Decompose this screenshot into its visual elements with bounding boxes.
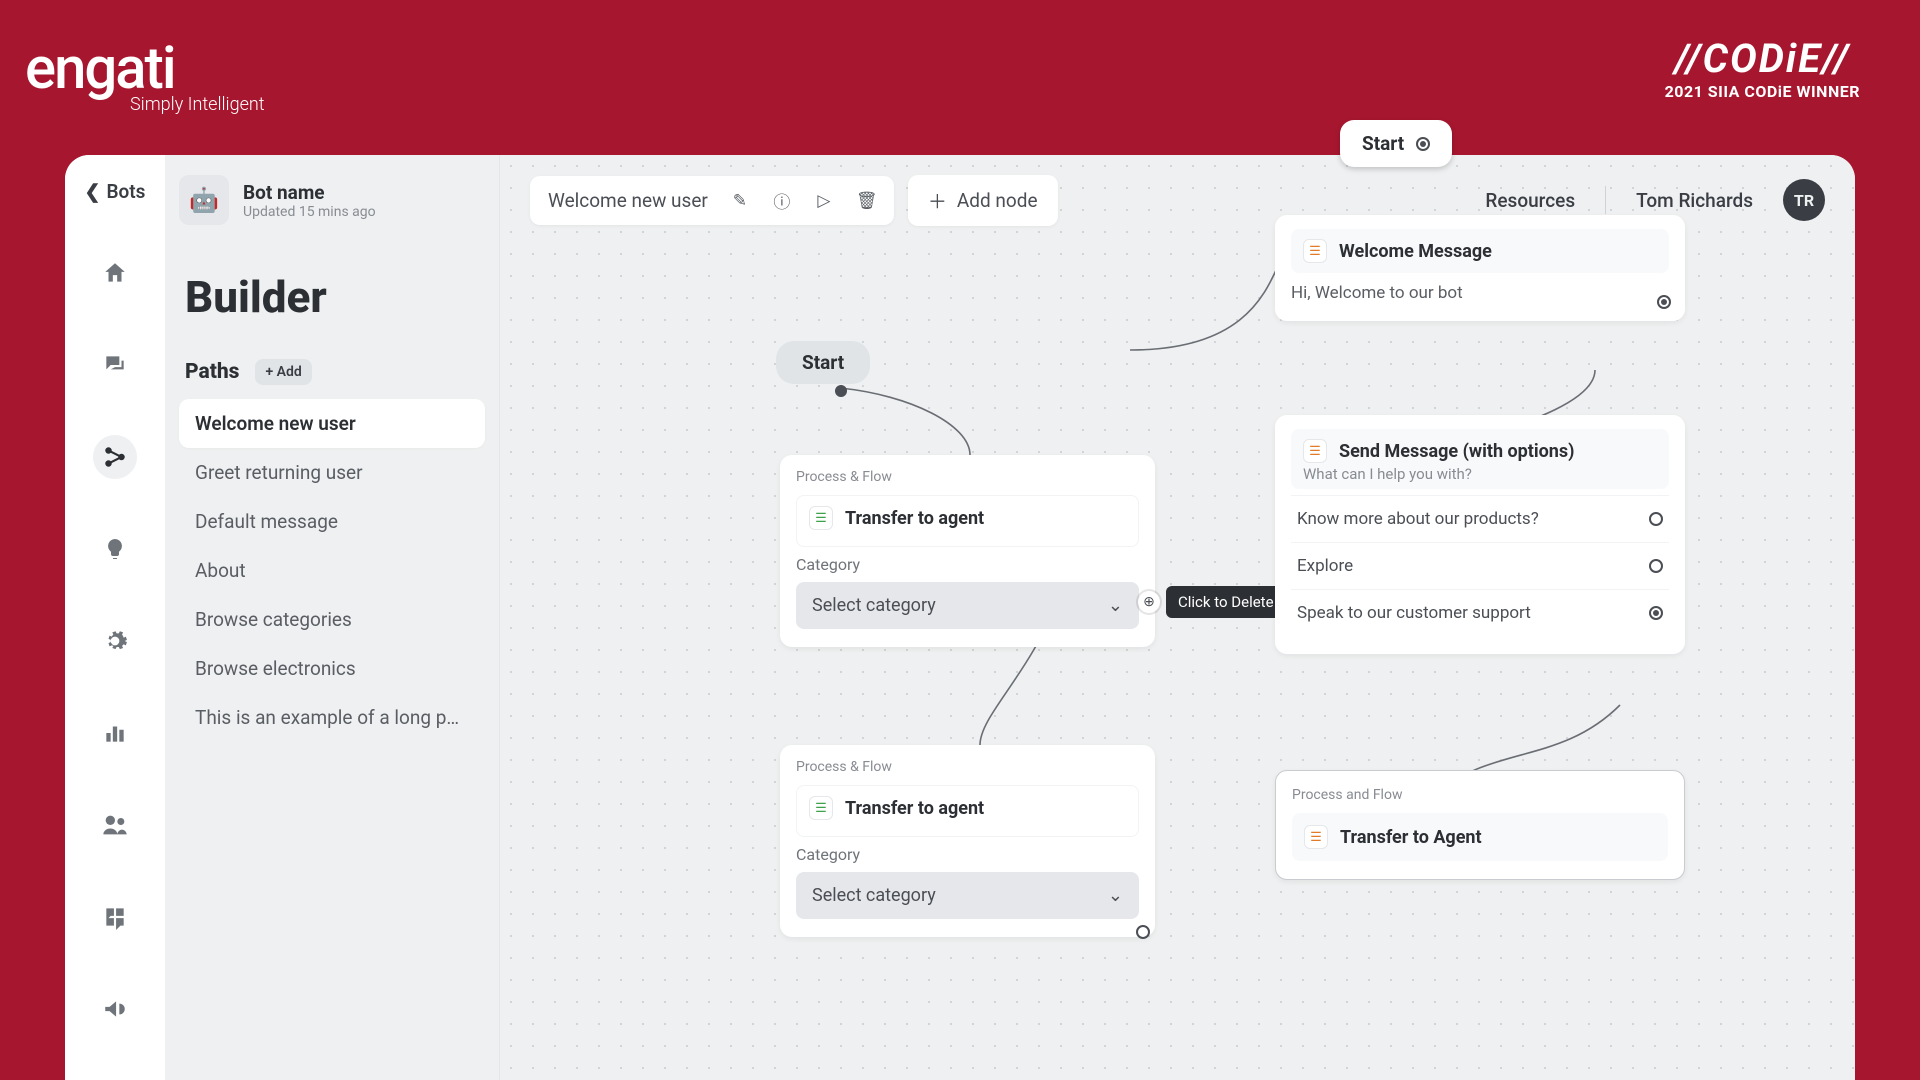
delete-tooltip: Click to Delete (1166, 586, 1286, 618)
path-item-about[interactable]: About (179, 546, 485, 595)
path-item-long-example[interactable]: This is an example of a long pa... (179, 693, 485, 742)
message-icon: ☰ (1303, 239, 1327, 263)
path-item-browse-categories[interactable]: Browse categories (179, 595, 485, 644)
canvas-toolbar: Welcome new user ✎ ⓘ ▷ 🗑 ＋ Add node (530, 175, 1058, 226)
path-item-browse-electronics[interactable]: Browse electronics (179, 644, 485, 693)
resources-link[interactable]: Resources (1485, 189, 1575, 212)
brand-logo: engati Simply Intelligent (25, 40, 265, 115)
flow-card-transfer-2[interactable]: Process & Flow ☰ Transfer to agent Categ… (780, 745, 1155, 937)
canvas-start-node[interactable]: Start (776, 341, 870, 384)
path-item-welcome-new-user[interactable]: Welcome new user (179, 399, 485, 448)
back-label: Bots (106, 180, 145, 203)
card-title: Transfer to agent (845, 508, 984, 529)
option-products[interactable]: Know more about our products? (1291, 495, 1669, 542)
info-icon[interactable]: ⓘ (772, 188, 792, 213)
flow-card-transfer-right[interactable]: Process and Flow ☰ Transfer to Agent (1275, 770, 1685, 880)
select-placeholder: Select category (812, 595, 936, 616)
avatar[interactable]: TR (1783, 179, 1825, 221)
brand-name: engati (25, 40, 265, 98)
chevron-down-icon: ⌄ (1108, 595, 1123, 616)
bot-updated-label: Updated 15 mins ago (243, 204, 376, 220)
path-item-greet-returning[interactable]: Greet returning user (179, 448, 485, 497)
play-icon[interactable]: ▷ (814, 191, 834, 211)
card-title: Welcome Message (1339, 241, 1492, 262)
section-label: Process and Flow (1292, 787, 1668, 803)
chevron-down-icon: ⌄ (1108, 885, 1123, 906)
award-subtitle: 2021 SIIA CODiE WINNER (1665, 82, 1860, 101)
user-name-label: Tom Richards (1636, 189, 1753, 212)
card-title: Transfer to Agent (1340, 827, 1482, 848)
option-explore[interactable]: Explore (1291, 542, 1669, 589)
integrations-icon[interactable] (93, 895, 137, 939)
path-name-box: Welcome new user ✎ ⓘ ▷ 🗑 (530, 176, 894, 225)
card-subtitle: What can I help you with? (1303, 465, 1657, 483)
paths-heading: Paths (185, 360, 239, 384)
path-name-text: Welcome new user (548, 189, 708, 212)
back-bots-button[interactable]: ❮ Bots (85, 180, 146, 203)
add-connection-button[interactable]: ⊕ (1138, 591, 1160, 613)
category-field-label: Category (796, 845, 1139, 864)
app-frame: ❮ Bots 🤖 (65, 155, 1855, 1080)
analytics-icon[interactable] (93, 711, 137, 755)
award-badge: //CODiE// 2021 SIIA CODiE WINNER (1665, 35, 1860, 101)
broadcast-icon[interactable] (93, 987, 137, 1031)
category-select[interactable]: Select category ⌄ (796, 582, 1139, 629)
edit-icon[interactable]: ✎ (730, 191, 750, 211)
home-icon[interactable] (93, 251, 137, 295)
category-field-label: Category (796, 555, 1139, 574)
add-node-label: Add node (957, 189, 1038, 212)
message-icon: ☰ (1303, 439, 1327, 463)
option-label: Explore (1297, 556, 1353, 576)
output-connector[interactable] (1136, 925, 1150, 939)
add-path-button[interactable]: + Add (255, 359, 311, 385)
flow-card-send-message[interactable]: ☰ Send Message (with options) What can I… (1275, 415, 1685, 654)
lightbulb-icon[interactable] (93, 527, 137, 571)
flow-card-welcome-message[interactable]: ☰ Welcome Message Hi, Welcome to our bot (1275, 215, 1685, 321)
radio-icon (1649, 559, 1663, 573)
start-connector-dot[interactable] (835, 385, 847, 397)
inbox-icon[interactable] (93, 343, 137, 387)
flow-canvas[interactable]: Welcome new user ✎ ⓘ ▷ 🗑 ＋ Add node Reso… (500, 155, 1855, 1080)
transfer-icon: ☰ (809, 506, 833, 530)
flow-card-transfer-1[interactable]: Process & Flow ☰ Transfer to agent Categ… (780, 455, 1155, 647)
card-title: Send Message (with options) (1339, 441, 1574, 462)
category-select[interactable]: Select category ⌄ (796, 872, 1139, 919)
start-node-label: Start (1362, 132, 1404, 155)
gear-icon[interactable] (93, 619, 137, 663)
floating-start-node[interactable]: Start (1340, 120, 1452, 167)
option-support[interactable]: Speak to our customer support (1291, 589, 1669, 636)
flow-builder-icon[interactable] (93, 435, 137, 479)
section-label: Process & Flow (796, 759, 1139, 775)
path-item-default-message[interactable]: Default message (179, 497, 485, 546)
card-title: Transfer to agent (845, 798, 984, 819)
award-title: //CODiE// (1665, 35, 1860, 82)
option-label: Know more about our products? (1297, 509, 1539, 529)
section-label: Process & Flow (796, 469, 1139, 485)
radio-icon (1649, 512, 1663, 526)
transfer-icon: ☰ (1304, 825, 1328, 849)
welcome-text: Hi, Welcome to our bot (1291, 283, 1669, 303)
radio-icon (1416, 137, 1430, 151)
plus-icon: ＋ (928, 187, 947, 214)
page-title: Builder (179, 271, 485, 323)
nav-rail: ❮ Bots (65, 155, 165, 1080)
add-node-button[interactable]: ＋ Add node (908, 175, 1058, 226)
paths-panel: 🤖 Bot name Updated 15 mins ago Builder P… (165, 155, 500, 1080)
output-connector[interactable] (1657, 295, 1671, 309)
select-placeholder: Select category (812, 885, 936, 906)
bot-name-label: Bot name (243, 181, 376, 204)
brand-tagline: Simply Intelligent (130, 94, 265, 115)
transfer-icon: ☰ (809, 796, 833, 820)
trash-icon[interactable]: 🗑 (856, 191, 876, 211)
bot-header: 🤖 Bot name Updated 15 mins ago (179, 175, 485, 225)
divider (1605, 186, 1606, 214)
option-label: Speak to our customer support (1297, 603, 1531, 623)
bot-avatar-icon: 🤖 (179, 175, 229, 225)
users-icon[interactable] (93, 803, 137, 847)
radio-icon (1649, 606, 1663, 620)
chevron-left-icon: ❮ (85, 180, 101, 203)
